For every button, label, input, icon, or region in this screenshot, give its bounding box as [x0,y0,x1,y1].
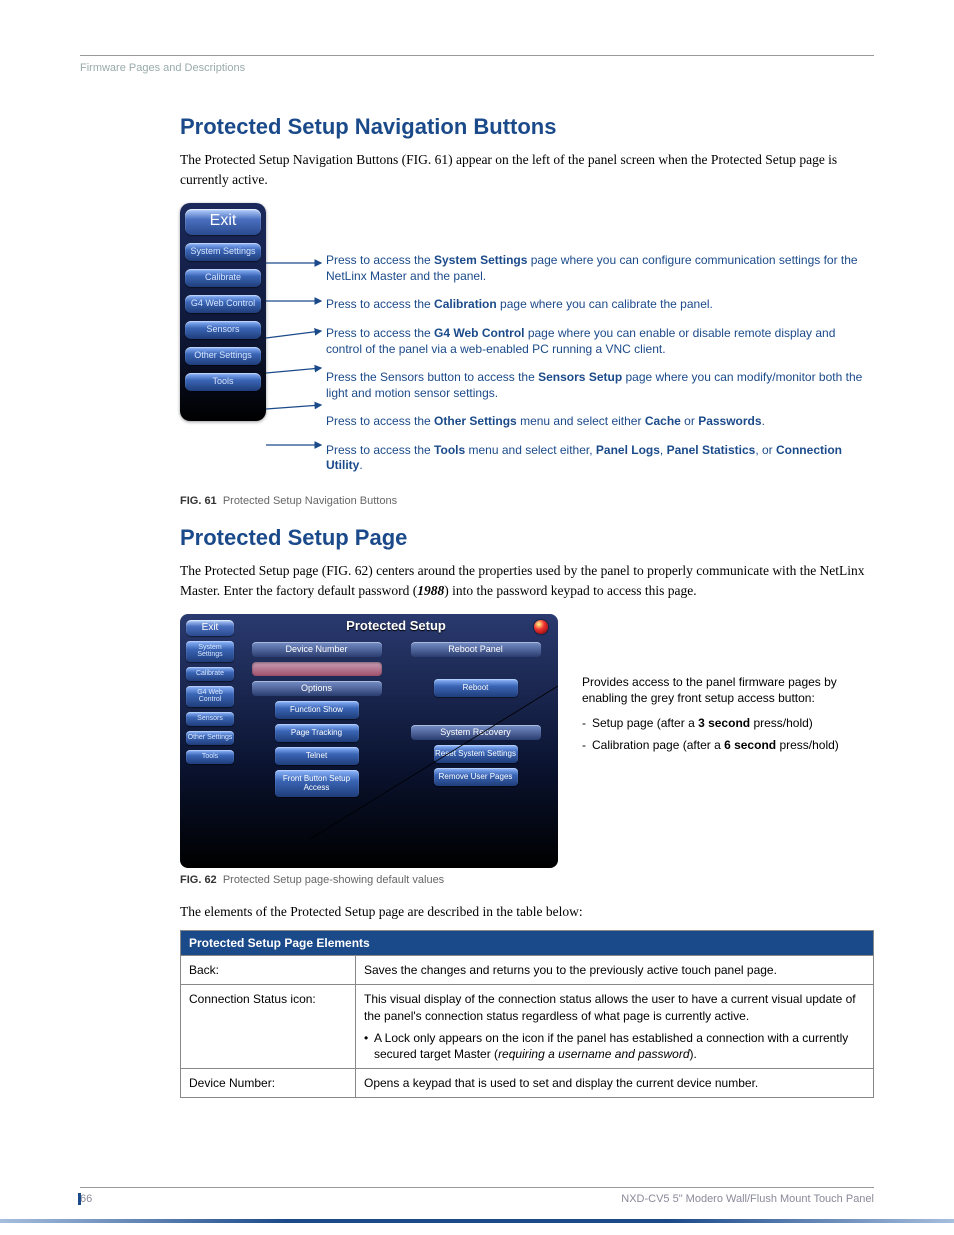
running-header: Firmware Pages and Descriptions [80,62,874,74]
desc-sensors: Press the Sensors button to access the S… [326,370,874,401]
desc-g4-web: Press to access the G4 Web Control page … [326,326,874,357]
fig62-callout: Provides access to the panel firmware pa… [582,614,874,868]
telnet-button[interactable]: Telnet [275,747,359,765]
nav-other-settings[interactable]: Other Settings [185,347,261,365]
system-recovery-header: System Recovery [411,725,541,740]
connection-status-icon [534,620,548,634]
nav-system-settings[interactable]: System Settings [185,243,261,261]
setup-side-other[interactable]: Other Settings [186,731,234,745]
heading-nav-buttons: Protected Setup Navigation Buttons [180,114,874,140]
device-number-header: Device Number [252,642,382,657]
para-setup-intro: The Protected Setup page (FIG. 62) cente… [180,561,874,600]
table-row: Back: Saves the changes and returns you … [181,956,874,985]
elements-intro: The elements of the Protected Setup page… [180,904,874,920]
nav-descriptions: Press to access the System Settings page… [326,203,874,487]
options-header: Options [252,681,382,696]
table-header: Protected Setup Page Elements [181,931,874,956]
setup-exit-button[interactable]: Exit [186,620,234,636]
setup-side-sensors[interactable]: Sensors [186,712,234,726]
nav-panel: Exit System Settings Calibrate G4 Web Co… [180,203,266,421]
heading-setup-page: Protected Setup Page [180,525,874,551]
fig62-caption: FIG. 62 Protected Setup page-showing def… [180,874,874,886]
setup-side-system[interactable]: System Settings [186,641,234,662]
nav-exit-button[interactable]: Exit [185,209,261,235]
nav-sensors[interactable]: Sensors [185,321,261,339]
product-name: NXD-CV5 5" Modero Wall/Flush Mount Touch… [621,1193,874,1205]
para-nav-intro: The Protected Setup Navigation Buttons (… [180,150,874,189]
desc-calibrate: Press to access the Calibration page whe… [326,297,874,313]
front-button-setup-access[interactable]: Front Button Setup Access [275,770,359,797]
callout-calibration-page: Calibration page (after a 6 second press… [582,737,874,753]
device-number-field[interactable] [252,662,382,676]
desc-other-settings: Press to access the Other Settings menu … [326,414,874,430]
function-show-button[interactable]: Function Show [275,701,359,719]
page-number: 66 [80,1193,92,1205]
nav-tools[interactable]: Tools [185,373,261,391]
setup-side-tools[interactable]: Tools [186,750,234,764]
elements-table: Protected Setup Page Elements Back: Save… [180,930,874,1098]
setup-side-g4web[interactable]: G4 Web Control [186,686,234,707]
callout-setup-page: Setup page (after a 3 second press/hold) [582,715,874,731]
figure-61: Exit System Settings Calibrate G4 Web Co… [180,203,874,487]
setup-window-title: Protected Setup [346,618,446,633]
decorative-stripe [0,1219,954,1223]
reset-system-settings-button[interactable]: Reset System Settings [434,745,518,763]
table-row: Device Number: Opens a keypad that is us… [181,1069,874,1098]
reboot-button[interactable]: Reboot [434,679,518,697]
protected-setup-window: Exit System Settings Calibrate G4 Web Co… [180,614,558,868]
remove-user-pages-button[interactable]: Remove User Pages [434,768,518,786]
desc-tools: Press to access the Tools menu and selec… [326,443,874,474]
page-tracking-button[interactable]: Page Tracking [275,724,359,742]
reboot-panel-header: Reboot Panel [411,642,541,657]
nav-g4-web-control[interactable]: G4 Web Control [185,295,261,313]
nav-calibrate[interactable]: Calibrate [185,269,261,287]
setup-side-calibrate[interactable]: Calibrate [186,667,234,681]
figure-62: Exit System Settings Calibrate G4 Web Co… [180,614,874,868]
page-footer: 66 NXD-CV5 5" Modero Wall/Flush Mount To… [80,1187,874,1205]
table-row: Connection Status icon: This visual disp… [181,985,874,1069]
desc-system-settings: Press to access the System Settings page… [326,253,874,284]
